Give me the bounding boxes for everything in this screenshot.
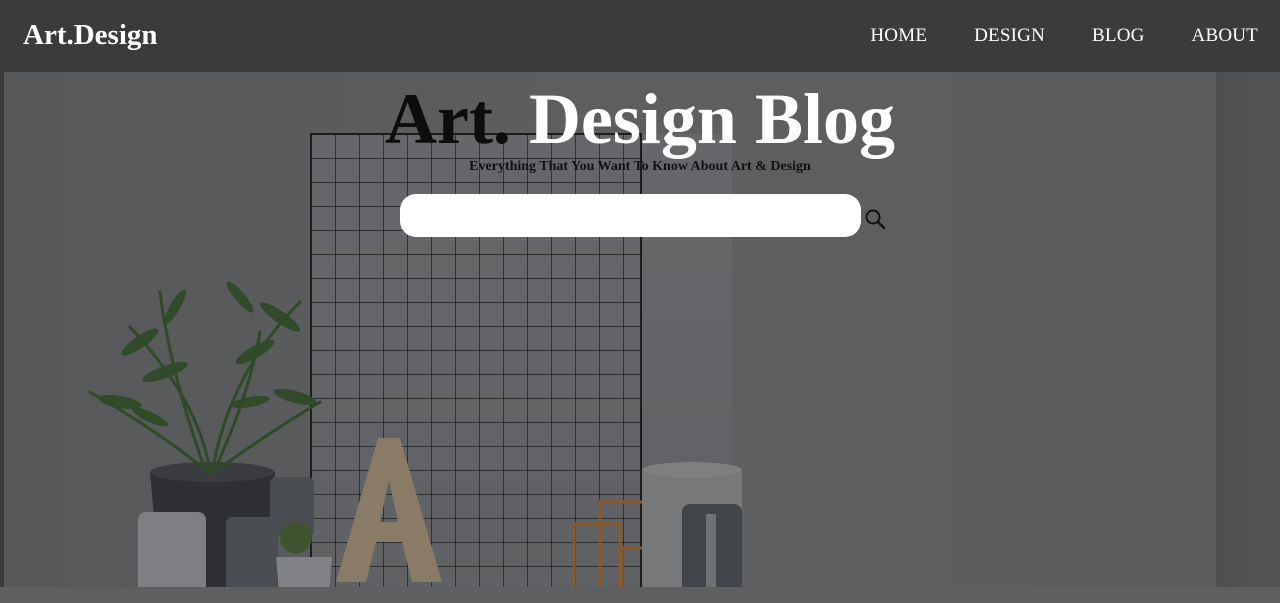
hero-title: Art. Design Blog [0,76,1280,162]
hero-section: Art. Design Blog Everything That You Wan… [0,72,1280,603]
search-icon[interactable] [863,207,887,231]
search-input[interactable] [400,194,861,237]
page: Art.Design HOME DESIGN BLOG ABOUT Art. D… [0,0,1280,603]
nav-link-design[interactable]: DESIGN [974,24,1045,48]
hero-title-part1: Art. [385,79,511,159]
brand-logo[interactable]: Art.Design [23,17,158,53]
navbar: Art.Design HOME DESIGN BLOG ABOUT [0,0,1280,72]
hero-subtitle: Everything That You Want To Know About A… [469,159,811,174]
hero-title-part2: Design Blog [510,79,895,159]
nav-link-home[interactable]: HOME [870,24,927,48]
nav-link-about[interactable]: ABOUT [1192,24,1258,48]
nav-menu: HOME DESIGN BLOG ABOUT [870,24,1258,48]
nav-link-blog[interactable]: BLOG [1092,24,1145,48]
